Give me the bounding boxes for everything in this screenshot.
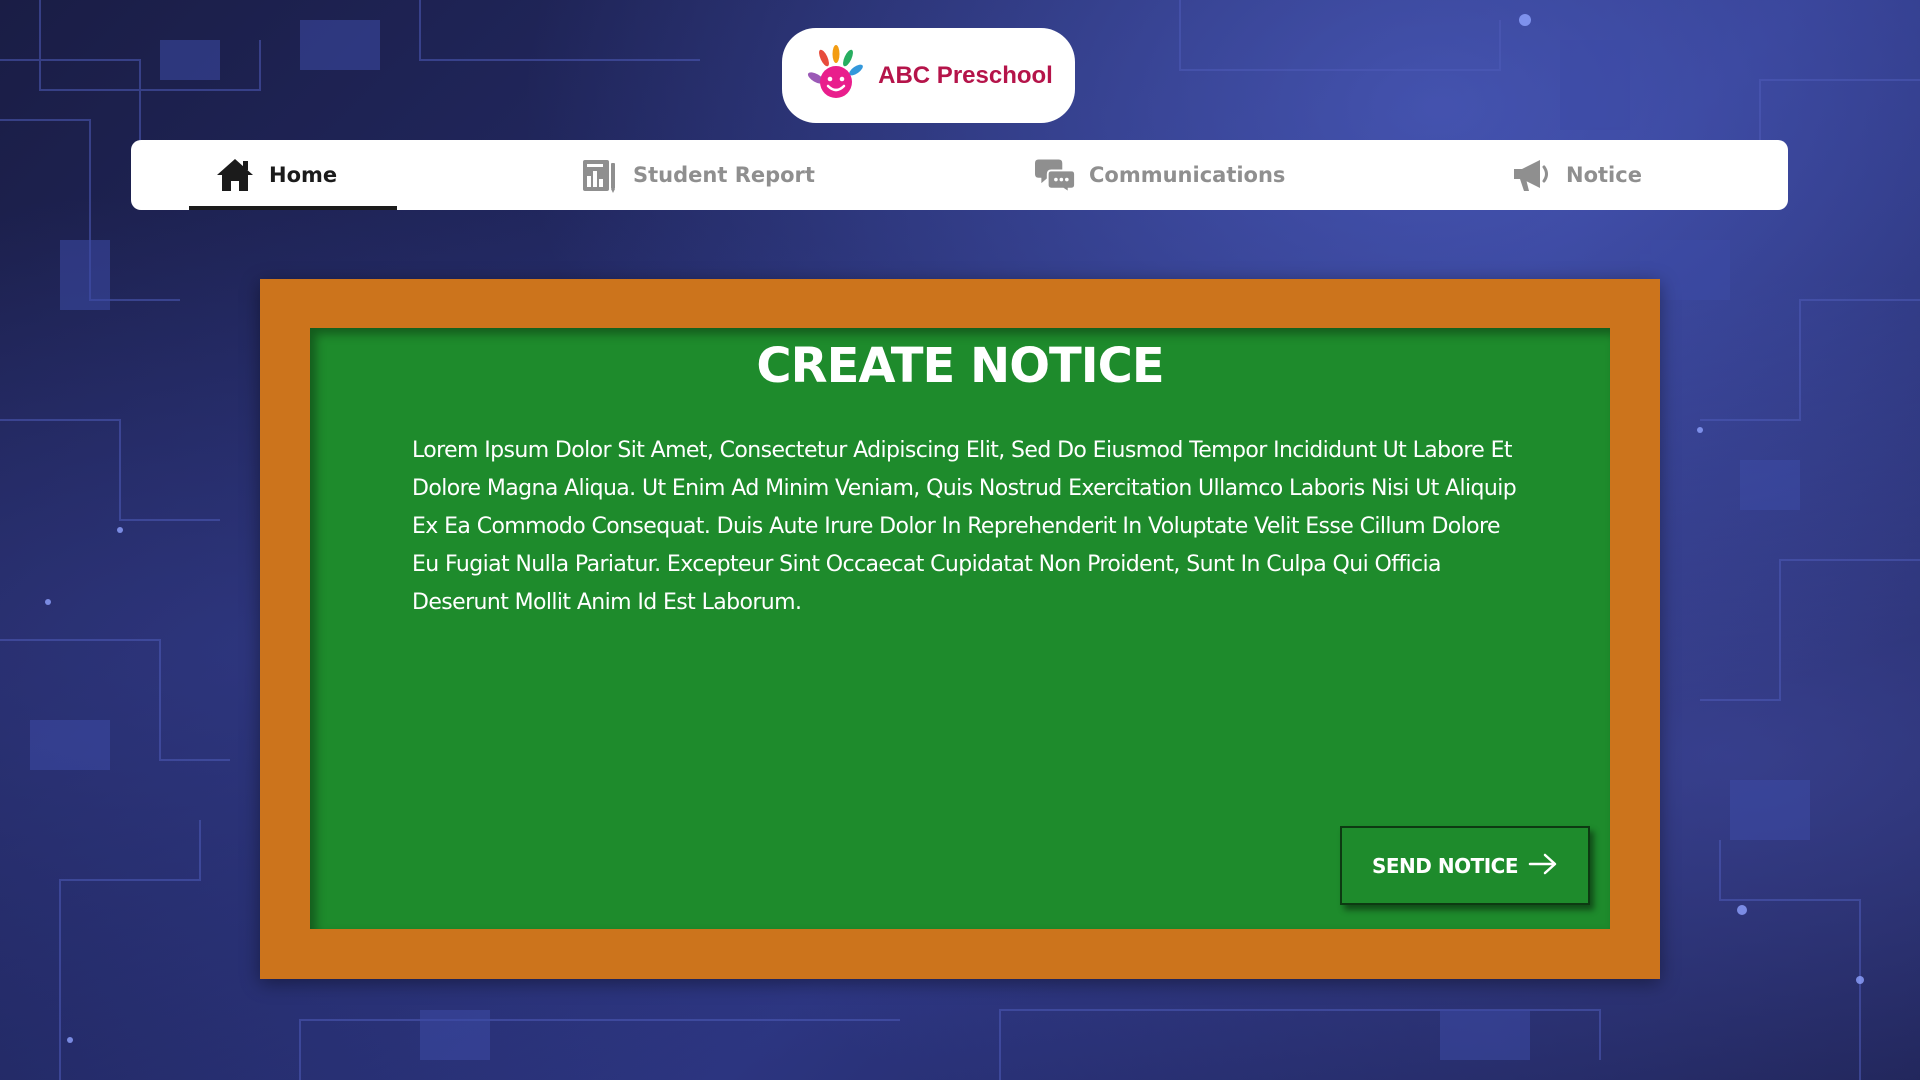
- nav-item-home[interactable]: Home: [189, 140, 397, 210]
- page-title: CREATE NOTICE: [756, 338, 1164, 394]
- logo[interactable]: ABC Preschool: [782, 28, 1075, 123]
- nav-item-communications-label: Communications: [1089, 163, 1286, 187]
- hand-smiley-logo-icon: [804, 44, 868, 108]
- home-icon: [215, 155, 255, 195]
- main-navigation: Home Student Report Communications Notic…: [131, 140, 1788, 210]
- nav-item-student-report-label: Student Report: [633, 163, 815, 187]
- send-notice-button[interactable]: SEND NOTICE: [1340, 826, 1590, 905]
- report-icon: [579, 155, 619, 195]
- nav-item-communications[interactable]: Communications: [1035, 140, 1285, 210]
- nav-item-notice-label: Notice: [1566, 163, 1642, 187]
- active-tab-indicator: [189, 206, 397, 210]
- chat-bubbles-icon: [1035, 155, 1075, 195]
- nav-item-notice[interactable]: Notice: [1512, 140, 1642, 210]
- notice-board: CREATE NOTICE Lorem Ipsum Dolor Sit Amet…: [310, 328, 1610, 929]
- logo-text: ABC Preschool: [878, 61, 1053, 89]
- notice-body-text[interactable]: Lorem Ipsum Dolor Sit Amet, Consectetur …: [412, 432, 1522, 622]
- notice-board-frame: CREATE NOTICE Lorem Ipsum Dolor Sit Amet…: [260, 279, 1660, 979]
- nav-item-student-report[interactable]: Student Report: [579, 140, 815, 210]
- arrow-right-icon: [1528, 853, 1558, 879]
- send-notice-button-label: SEND NOTICE: [1371, 853, 1519, 878]
- nav-item-home-label: Home: [269, 163, 338, 187]
- megaphone-icon: [1512, 155, 1552, 195]
